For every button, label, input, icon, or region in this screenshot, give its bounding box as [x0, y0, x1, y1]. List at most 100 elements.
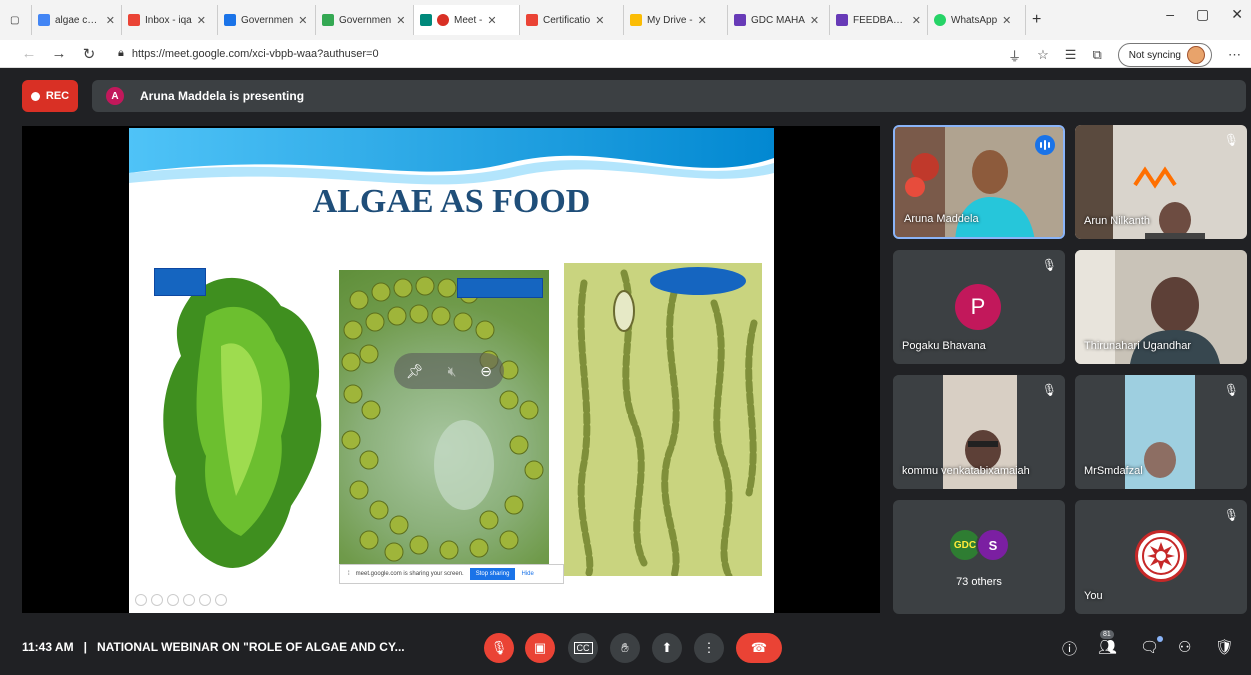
browser-tab[interactable]: Governmen ✕	[316, 5, 414, 35]
microphone-toggle-button[interactable]: 🎙︎	[484, 633, 514, 663]
slide-label-box	[154, 268, 206, 296]
avatar: S	[976, 528, 1010, 562]
browser-tab[interactable]: FEEDBACK ✕	[830, 5, 928, 35]
remove-icon[interactable]: ⊖	[480, 363, 492, 380]
raise-hand-button[interactable]: ✋︎	[610, 633, 640, 663]
browser-tab[interactable]: Governmen ✕	[218, 5, 316, 35]
browser-tab[interactable]: My Drive - ✕	[624, 5, 728, 35]
leave-call-button[interactable]: ☎︎	[736, 633, 782, 663]
mute-presenter-icon[interactable]: 🔇︎	[448, 363, 457, 380]
participant-tile-thirunahari-ugandhar[interactable]: Thirunahari Ugandhar	[1075, 250, 1247, 364]
favorites-list-icon[interactable]: ☰	[1065, 47, 1077, 63]
url-field[interactable]: 🔒︎ https://meet.google.com/xci-vbpb-waa?…	[118, 47, 379, 60]
forms-icon	[836, 14, 848, 26]
captions-icon: CC	[573, 642, 593, 654]
favorite-icon[interactable]: ☆	[1037, 47, 1049, 63]
slide-tool-icon[interactable]	[199, 594, 211, 606]
slide-label-oval	[650, 267, 746, 295]
camera-toggle-button[interactable]: ▣	[525, 633, 555, 663]
meeting-info-icon[interactable]: ⓘ	[1062, 638, 1077, 659]
maximize-icon[interactable]: ▢	[1196, 6, 1209, 23]
whatsapp-icon	[934, 14, 946, 26]
back-icon[interactable]: ←	[14, 45, 44, 62]
drive-icon	[630, 14, 642, 26]
end-call-icon: ☎︎	[750, 640, 768, 655]
slide-toolbar	[135, 594, 227, 606]
window-controls: – ▢ ✕	[1166, 6, 1243, 23]
browser-tab[interactable]: WhatsApp ✕	[928, 5, 1026, 35]
chat-icon: 🗨︎	[1140, 639, 1160, 656]
microphone-icon[interactable]: ⏚	[1008, 46, 1021, 65]
people-count-badge: 81	[1100, 630, 1114, 639]
close-icon[interactable]: ✕	[1002, 14, 1011, 27]
microscope-image-colonies	[339, 270, 549, 570]
slide-tool-icon[interactable]	[151, 594, 163, 606]
slide-tool-icon[interactable]	[135, 594, 147, 606]
browser-tab[interactable]: algae cyan ✕	[32, 5, 122, 35]
captions-button[interactable]: CC	[568, 633, 598, 663]
more-vertical-icon: ⋮	[702, 640, 716, 655]
close-icon[interactable]: ✕	[912, 14, 921, 27]
browser-tab[interactable]: Certificatio ✕	[520, 5, 624, 35]
new-tab-button[interactable]: +	[1026, 5, 1054, 35]
profile-sync-button[interactable]: Not syncing	[1117, 43, 1212, 67]
forward-icon[interactable]: →	[44, 45, 74, 62]
forms-icon	[734, 14, 746, 26]
participant-tile-aruna-maddela[interactable]: Aruna Maddela	[893, 125, 1065, 239]
present-icon: ⬆	[661, 640, 673, 655]
participant-tile-mrsmdafzal[interactable]: 🎙︎ MrSmdafzal	[1075, 375, 1247, 489]
muted-mic-icon: 🎙︎	[1041, 383, 1057, 397]
shared-slide: ALGAE AS FOOD 📌︎ 🔇︎ ⊖ ⁞ meet.google.com …	[129, 128, 774, 613]
slide-tool-icon[interactable]	[167, 594, 179, 606]
tab-actions-icon[interactable]: ▢	[4, 5, 32, 35]
camera-off-icon: ▣	[533, 640, 547, 655]
slide-tool-icon[interactable]	[183, 594, 195, 606]
close-icon[interactable]: ✕	[487, 14, 496, 27]
close-icon[interactable]: ✕	[106, 14, 115, 27]
muted-mic-icon: 🎙︎	[1223, 508, 1239, 522]
present-screen-button[interactable]: ⬆	[652, 633, 682, 663]
participant-tile-arun-nilkanth[interactable]: 🎙︎ Arun Nilkanth	[1075, 125, 1247, 239]
drag-handle-icon[interactable]: ⁞	[348, 571, 350, 577]
close-icon[interactable]: ✕	[396, 14, 405, 27]
browser-tab[interactable]: GDC MAHA ✕	[728, 5, 830, 35]
pin-icon[interactable]: 📌︎	[406, 363, 424, 380]
participant-tile-pogaku-bhavana[interactable]: 🎙︎ P Pogaku Bhavana	[893, 250, 1065, 364]
profile-avatar	[1187, 46, 1205, 64]
close-window-icon[interactable]: ✕	[1231, 6, 1243, 23]
muted-mic-icon: 🎙︎	[1223, 133, 1239, 147]
participant-tile-you[interactable]: 🎙︎ You	[1075, 500, 1247, 614]
participant-tile-others[interactable]: GDC S 73 others	[893, 500, 1065, 614]
separator: |	[83, 640, 87, 654]
close-icon[interactable]: ✕	[298, 14, 307, 27]
seaweed-image	[163, 277, 322, 568]
meeting-title: NATIONAL WEBINAR ON "ROLE OF ALGAE AND C…	[96, 640, 405, 654]
refresh-icon[interactable]: ↻	[74, 45, 104, 63]
doc-icon	[322, 14, 334, 26]
slide-tool-icon[interactable]	[215, 594, 227, 606]
close-icon[interactable]: ✕	[698, 14, 707, 27]
college-emblem-logo	[1135, 530, 1187, 582]
browser-tab[interactable]: Inbox - iqa ✕	[122, 5, 218, 35]
participant-tile-kommu[interactable]: 🎙︎ kommu venkatabixamaiah	[893, 375, 1065, 489]
browser-tab-active[interactable]: Meet - ✕	[414, 5, 520, 35]
more-menu-icon[interactable]: ⋯	[1228, 47, 1241, 63]
people-button[interactable]: 81 👥︎	[1098, 630, 1117, 656]
close-icon[interactable]: ✕	[595, 14, 604, 27]
minimize-icon[interactable]: –	[1166, 6, 1174, 23]
recording-indicator[interactable]: REC	[22, 80, 78, 112]
close-icon[interactable]: ✕	[810, 14, 819, 27]
gmail-icon	[526, 14, 538, 26]
more-options-button[interactable]: ⋮	[694, 633, 724, 663]
close-icon[interactable]: ✕	[197, 14, 206, 27]
hand-icon: ✋︎	[621, 640, 629, 655]
host-controls-button[interactable]: 🛡︎	[1215, 638, 1234, 656]
stop-sharing-button[interactable]: Stop sharing	[469, 568, 516, 580]
gmail-icon	[128, 14, 140, 26]
collections-icon[interactable]: ⧉	[1092, 47, 1101, 63]
activities-button[interactable]: ⚇	[1178, 638, 1191, 656]
hide-button[interactable]: Hide	[521, 571, 533, 577]
record-icon	[30, 91, 40, 101]
activities-icon: ⚇	[1178, 639, 1192, 656]
chat-button[interactable]: 🗨︎	[1140, 636, 1164, 656]
